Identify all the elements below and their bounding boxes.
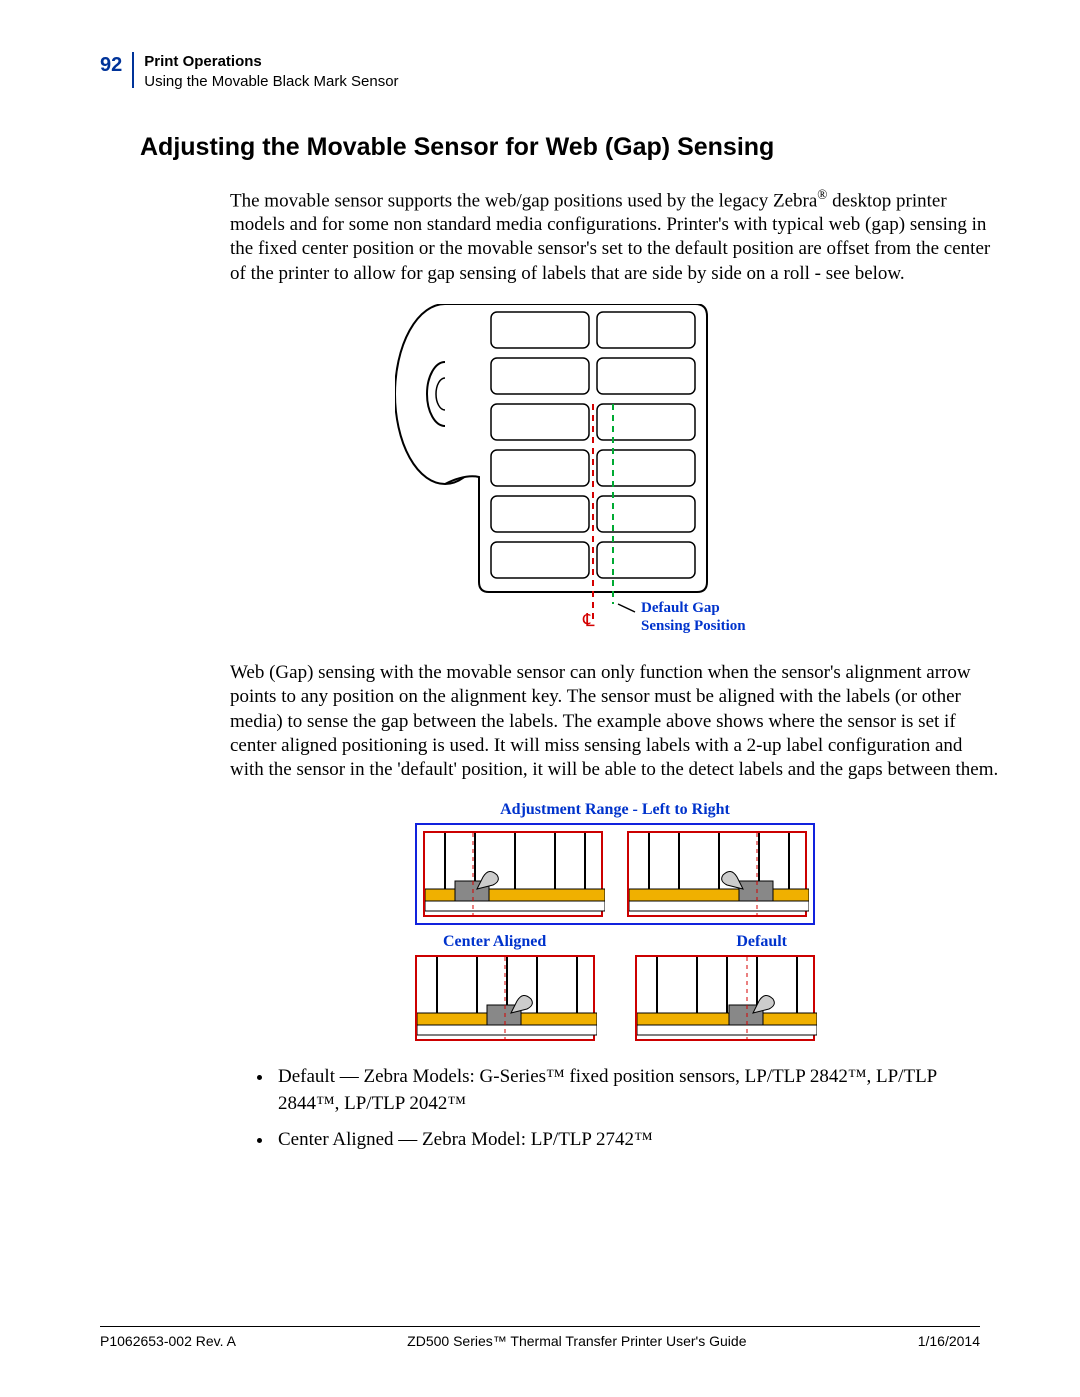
explanation-paragraph: Web (Gap) sensing with the movable senso…	[230, 661, 1000, 783]
footer-right: 1/16/2014	[918, 1333, 980, 1349]
svg-text:Default Gap Sensing Posi: Default Gap Sensing Position	[641, 600, 746, 634]
header-titles: Print Operations Using the Movable Black…	[144, 52, 398, 93]
footer-left: P1062653-002 Rev. A	[100, 1333, 236, 1349]
page-number: 92	[100, 52, 122, 79]
callout-line1: Default Gap	[641, 600, 720, 616]
tile-center-aligned	[415, 955, 595, 1041]
registered-mark: ®	[817, 187, 827, 202]
callout-line2: Sensing Position	[641, 618, 746, 634]
centerline-symbol: ℄	[582, 610, 595, 630]
range-bottom-row	[415, 955, 815, 1041]
bullet-default: Default — Zebra Models: G-Series™ fixed …	[274, 1063, 980, 1118]
sensor-svg-right	[629, 833, 809, 919]
label-roll-figure: ℄ Default Gap Sensing Position	[230, 304, 1000, 639]
subsection-title: Using the Movable Black Mark Sensor	[144, 72, 398, 92]
tile-default	[635, 955, 815, 1041]
intro-paragraph: The movable sensor supports the web/gap …	[230, 186, 1000, 287]
header-divider	[132, 52, 134, 88]
adjustment-range-figure: Adjustment Range - Left to Right	[230, 801, 1000, 1041]
range-top-caption: Adjustment Range - Left to Right	[415, 801, 815, 819]
para1-part-a: The movable sensor supports the web/gap …	[230, 190, 817, 211]
section-title: Print Operations	[144, 52, 398, 72]
range-top-row	[415, 823, 815, 925]
model-list: Default — Zebra Models: G-Series™ fixed …	[250, 1063, 980, 1154]
bullet-center-aligned: Center Aligned — Zebra Model: LP/TLP 274…	[274, 1126, 980, 1154]
label-roll-svg: ℄ Default Gap Sensing Position	[395, 304, 835, 639]
footer-center: ZD500 Series™ Thermal Transfer Printer U…	[407, 1333, 746, 1349]
caption-center-aligned: Center Aligned	[443, 933, 546, 951]
range-tile-left	[423, 831, 603, 917]
page-header: 92 Print Operations Using the Movable Bl…	[100, 52, 980, 93]
range-tile-right	[627, 831, 807, 917]
sensor-svg-left	[425, 833, 605, 919]
page-footer: P1062653-002 Rev. A ZD500 Series™ Therma…	[100, 1326, 980, 1349]
page-heading: Adjusting the Movable Sensor for Web (Ga…	[140, 133, 980, 162]
caption-default: Default	[736, 933, 787, 951]
